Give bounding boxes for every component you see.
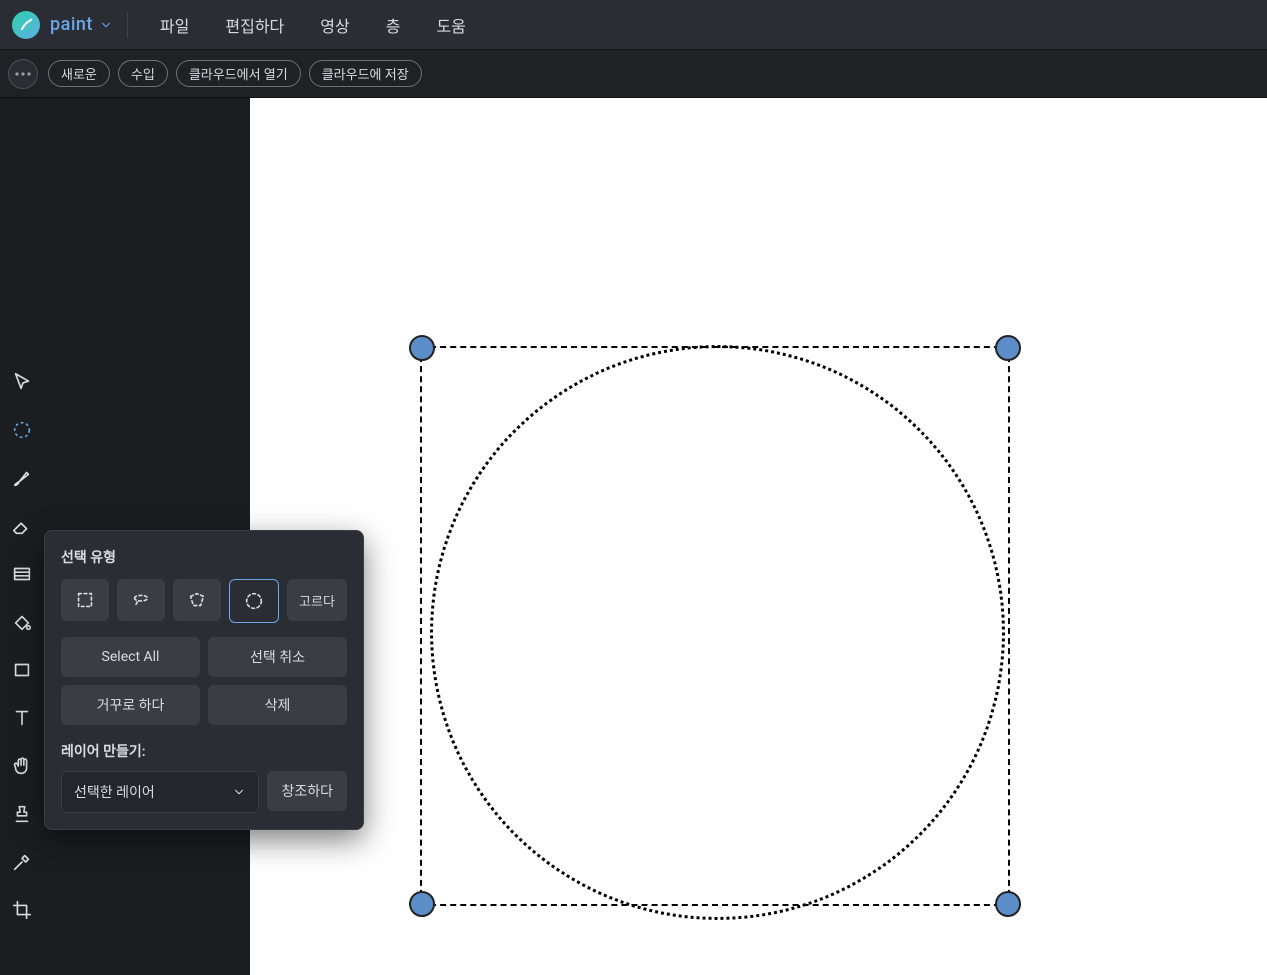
app-menu-caret[interactable] [99,18,113,32]
tool-text[interactable] [0,694,44,742]
selection-actions: Select All 선택 취소 거꾸로 하다 삭제 [61,637,347,725]
selection-handle-top-left[interactable] [409,335,435,361]
layer-source-select[interactable]: 선택한 레이어 [61,771,259,813]
create-layer-button[interactable]: 창조하다 [267,771,347,811]
tool-gradient[interactable] [0,550,44,598]
canvas-area [250,98,1267,975]
save-cloud-button[interactable]: 클라우드에 저장 [309,60,422,87]
menu-file[interactable]: 파일 [150,7,199,43]
menu-bar: paint 파일 편집하다 영상 층 도움 [0,0,1267,50]
tool-stamp[interactable] [0,790,44,838]
tool-brush[interactable] [0,454,44,502]
app-logo [12,11,40,39]
tool-rectangle[interactable] [0,646,44,694]
tool-select-ellipse[interactable] [0,406,44,454]
menu-help[interactable]: 도움 [426,7,475,43]
secondary-bar: 새로운 수입 클라우드에서 열기 클라우드에 저장 [0,50,1267,98]
selection-handle-bottom-right[interactable] [995,891,1021,917]
drawn-circle [430,345,1005,920]
menu-video[interactable]: 영상 [310,7,359,43]
tool-eraser[interactable] [0,502,44,550]
delete-button[interactable]: 삭제 [208,685,347,725]
tool-crop[interactable] [0,886,44,934]
app-name[interactable]: paint [50,14,93,35]
selection-type-ellipse[interactable] [229,579,279,623]
tool-hand[interactable] [0,742,44,790]
open-button[interactable]: 수입 [118,60,168,87]
chevron-down-icon [232,785,246,799]
tool-eyedropper[interactable] [0,838,44,886]
selection-handle-top-right[interactable] [995,335,1021,361]
crop-button[interactable]: 고르다 [287,579,347,621]
selection-options-popover: 선택 유형 고르다 Select All 선택 취소 거꾸로 하다 삭제 레이어… [44,530,364,830]
selection-handle-bottom-left[interactable] [409,891,435,917]
select-all-button[interactable]: Select All [61,637,200,677]
deselect-button[interactable]: 선택 취소 [208,637,347,677]
selection-type-row: 고르다 [61,579,347,623]
invert-button[interactable]: 거꾸로 하다 [61,685,200,725]
new-button[interactable]: 새로운 [48,60,110,87]
tool-rail [0,98,44,975]
more-button[interactable] [8,59,38,89]
layer-source-value: 선택한 레이어 [74,782,155,802]
menu-layer[interactable]: 층 [376,7,411,43]
make-layer-row: 선택한 레이어 창조하다 [61,771,347,813]
tool-pointer[interactable] [0,358,44,406]
menu-separator [127,12,128,38]
menu-edit[interactable]: 편집하다 [215,7,294,43]
selection-type-polygon[interactable] [173,579,221,621]
selection-type-lasso[interactable] [117,579,165,621]
selection-type-label: 선택 유형 [61,547,347,567]
selection-type-rect[interactable] [61,579,109,621]
tool-fill[interactable] [0,598,44,646]
make-layer-label: 레이어 만들기: [61,741,347,761]
drawing-canvas[interactable] [250,98,1267,975]
open-cloud-button[interactable]: 클라우드에서 열기 [176,60,301,87]
